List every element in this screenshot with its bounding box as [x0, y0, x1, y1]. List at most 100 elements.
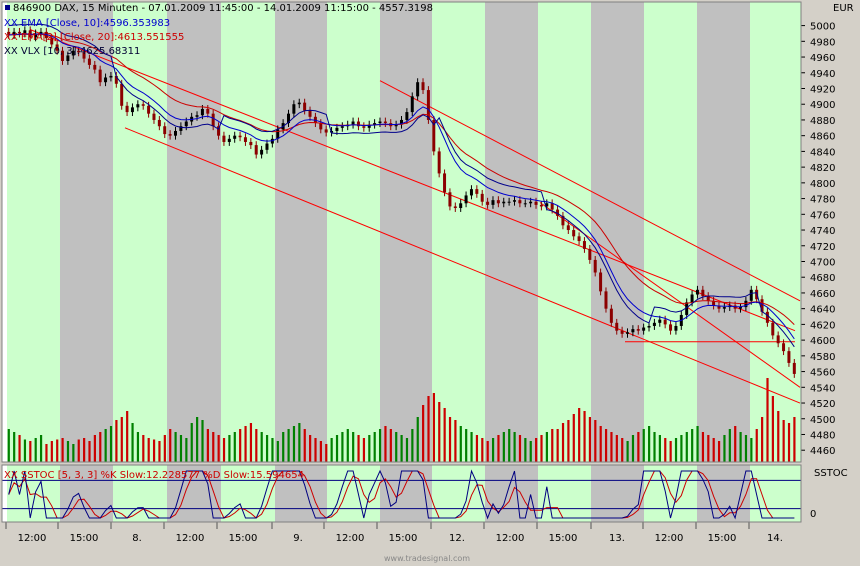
- time-tick-label: 15:00: [389, 533, 418, 544]
- volume-bar: [384, 426, 387, 462]
- chart-title: 846900 DAX, 15 Minuten - 07.01.2009 11:4…: [5, 3, 433, 14]
- volume-bar: [233, 432, 236, 462]
- candle-body: [206, 108, 210, 114]
- candle-body: [109, 75, 113, 78]
- volume-bar: [438, 402, 441, 462]
- volume-bar: [486, 441, 489, 462]
- time-tick-label: 12:00: [655, 533, 684, 544]
- candle-body: [636, 329, 640, 331]
- price-tick-label: 4560: [810, 368, 835, 379]
- candle-body: [782, 343, 786, 352]
- volume-bar: [298, 423, 301, 462]
- volume-bar: [217, 435, 220, 462]
- volume-bar: [126, 411, 129, 462]
- candle-body: [297, 102, 301, 105]
- candle-body: [534, 201, 538, 205]
- candle-body: [276, 129, 280, 139]
- volume-bar: [610, 432, 613, 462]
- volume-bar: [669, 441, 672, 462]
- candle-body: [195, 115, 199, 117]
- candle-body: [529, 201, 533, 204]
- candle-body: [421, 82, 425, 91]
- volume-bar: [615, 435, 618, 462]
- session-band: [591, 2, 644, 462]
- price-tick-label: 4580: [810, 352, 835, 363]
- time-tick-label: 15:00: [70, 533, 99, 544]
- volume-bar: [712, 438, 715, 462]
- price-tick-label: 4780: [810, 195, 835, 206]
- volume-bar: [728, 429, 731, 462]
- price-tick-label: 4700: [810, 257, 835, 268]
- candle-body: [647, 325, 651, 328]
- candle-body: [739, 307, 742, 309]
- session-band: [538, 2, 591, 462]
- volume-bar: [599, 426, 602, 462]
- volume-bar: [717, 441, 721, 462]
- volume-bar: [174, 432, 177, 462]
- price-tick-label: 4680: [810, 273, 835, 284]
- volume-bar: [196, 417, 199, 462]
- volume-bar: [152, 439, 156, 462]
- chart-window: 4460 4480 4500 4520 4540 4560 4580 4600 4620 4640…: [0, 0, 860, 566]
- volume-bar: [282, 432, 285, 462]
- candle-body: [222, 135, 226, 142]
- time-tick-label: 12:00: [336, 533, 365, 544]
- volume-bar: [239, 429, 242, 462]
- volume-bar: [621, 438, 624, 462]
- volume-bar: [104, 429, 107, 462]
- candle-body: [701, 289, 705, 297]
- time-tick-label: 13.: [609, 533, 625, 544]
- candle-body: [184, 121, 188, 127]
- candle-body: [163, 126, 167, 135]
- volume-bar: [696, 426, 699, 462]
- volume-bar: [535, 438, 538, 462]
- candle-body: [453, 206, 457, 209]
- stochastic-panel-title: SSTOC: [814, 468, 848, 479]
- volume-bar: [136, 432, 140, 462]
- volume-bar: [427, 396, 430, 462]
- candle-body: [539, 204, 543, 207]
- candle-body: [243, 137, 247, 142]
- volume-bar: [99, 432, 102, 462]
- volume-bar: [674, 438, 678, 462]
- volume-bar: [260, 432, 263, 462]
- volume-bar: [653, 432, 656, 462]
- volume-bar: [691, 429, 694, 462]
- session-band: [485, 2, 538, 462]
- candle-body: [502, 201, 506, 204]
- volume-bar: [341, 432, 344, 462]
- candle-body: [254, 145, 258, 155]
- stochastic-zero-label: 0: [810, 509, 817, 520]
- session-band: [7, 2, 60, 462]
- volume-bar: [578, 408, 581, 462]
- currency-label: EUR: [833, 3, 854, 14]
- volume-bar: [276, 441, 279, 462]
- volume-bar: [432, 393, 435, 462]
- volume-bar: [465, 429, 468, 462]
- volume-bar: [335, 435, 339, 462]
- candle-body: [125, 105, 129, 113]
- time-tick-label: 9.: [293, 533, 303, 544]
- volume-bar: [287, 429, 290, 462]
- session-band: [60, 2, 113, 462]
- candle-body: [157, 119, 161, 127]
- volume-bar: [115, 420, 118, 462]
- volume-bar: [131, 423, 134, 462]
- candle-body: [599, 272, 603, 292]
- price-axis: 4460 4480 4500 4520 4540 4560 4580 4600 4620 4640…: [801, 22, 835, 457]
- candle-body: [141, 104, 145, 106]
- candle-body: [631, 329, 635, 333]
- candle-body: [174, 130, 177, 136]
- candle-body: [663, 319, 667, 325]
- volume-bar: [13, 432, 16, 462]
- candle-body: [765, 311, 769, 323]
- volume-bar: [378, 429, 382, 462]
- candle-body: [469, 189, 473, 196]
- session-band: [167, 2, 221, 462]
- volume-bar: [83, 438, 86, 462]
- candle-body: [464, 195, 468, 204]
- candle-body: [706, 296, 710, 301]
- session-band: [327, 2, 380, 462]
- volume-bar: [470, 432, 473, 462]
- volume-bar: [443, 408, 446, 462]
